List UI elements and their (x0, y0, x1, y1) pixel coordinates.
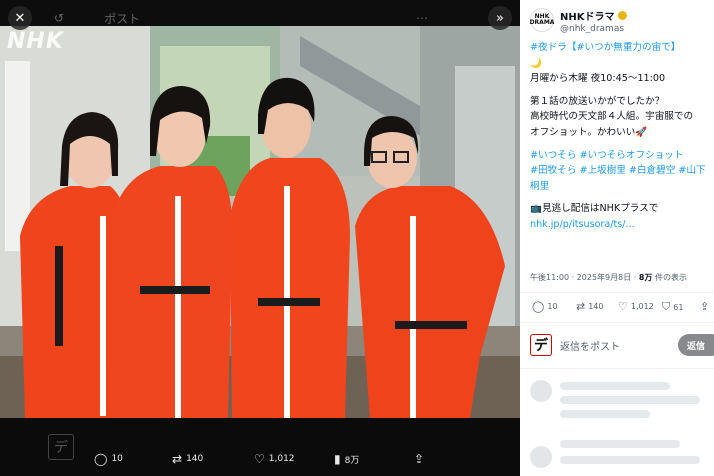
reply-icon: ◯ (532, 300, 545, 313)
post-line: 月曜から木曜 夜10:45～11:00 (530, 73, 666, 85)
profile-avatar[interactable]: NHK DRAMA (530, 8, 554, 32)
post-line: 📺見逃し配信はNHKプラスで (530, 203, 659, 215)
post-gap (530, 141, 710, 148)
repost-icon: ⇄ (576, 300, 586, 313)
divider (520, 368, 714, 369)
photo-illustration (0, 26, 520, 418)
blurred-avatar (530, 380, 552, 402)
post-link[interactable]: nhk.jp/p/itsusora/ts/... (530, 217, 710, 233)
post-meta: 午後11:00 · 2025年9月8日 · 8万 件の表示 (530, 272, 687, 283)
double-chevron-right-icon[interactable]: » (488, 6, 512, 30)
display-name[interactable]: NHKドラマ (560, 8, 627, 23)
hashtag-line[interactable]: #田牧そら #上坂樹里 #白倉碧空 #山下 (530, 163, 710, 179)
hashtag-line[interactable]: #いつそら #いつそらオフショット (530, 148, 710, 164)
post-header: NHK DRAMA NHKドラマ @nhk_dramas (530, 8, 627, 34)
share-button[interactable]: ⇪ (700, 300, 712, 313)
post-views-count: 8万 (638, 273, 653, 282)
blurred-text (560, 396, 700, 404)
divider (520, 292, 714, 293)
reply-button[interactable]: ◯ 10 (532, 300, 558, 313)
like-button[interactable]: ♡ 1,012 (618, 300, 654, 313)
media-viewer: NHK ✕ ↺ ポスト ⋯ » デ ◯ 10 ⇄ 140 ♡ 1,012 ▮ 8… (0, 0, 520, 476)
blurred-text (560, 382, 670, 390)
user-avatar[interactable]: デ (530, 334, 552, 356)
reply-button[interactable]: 返信 (678, 334, 714, 356)
blurred-text (560, 440, 680, 448)
post-stats: ◯ 10 ⇄ 140 ♡ 1,012 ⛉ 61 ⇪ (520, 300, 714, 316)
post-timestamp[interactable]: 午後11:00 · 2025年9月8日 · (530, 273, 639, 282)
bookmark-icon: ⛉ (662, 300, 671, 313)
post-views-label: 件の表示 (652, 273, 687, 282)
ghost-back-icon: ↺ (54, 11, 65, 25)
blurred-avatar (530, 446, 552, 468)
reply-count: 10 (547, 302, 558, 311)
post-line: 🌙 (530, 57, 542, 69)
viewer-views-button[interactable]: ▮ 8万 (334, 452, 359, 466)
reply-composer: デ 返信をポスト 返信 (520, 330, 714, 360)
viewer-views-count: 8万 (344, 455, 360, 466)
reply-input[interactable]: 返信をポスト (560, 338, 620, 353)
viewer-share-button[interactable]: ⇪ (414, 452, 428, 466)
viewer-repost-count: 140 (186, 454, 204, 464)
bookmark-button[interactable]: ⛉ 61 (662, 300, 683, 314)
viewer-reply-button[interactable]: ◯ 10 (94, 452, 123, 466)
post-line: 高校時代の天文部４人組。宇宙服での (530, 111, 694, 123)
post-panel: NHK DRAMA NHKドラマ @nhk_dramas #夜ドラ【#いつか無重… (520, 0, 714, 476)
hashtag-line[interactable]: 桐里 (530, 179, 710, 195)
viewer-like-count: 1,012 (268, 454, 295, 464)
blurred-text (560, 456, 700, 464)
heart-icon: ♡ (618, 300, 628, 313)
repost-count: 140 (588, 302, 604, 311)
repost-button[interactable]: ⇄ 140 (576, 300, 604, 313)
close-icon[interactable]: ✕ (8, 6, 32, 30)
reply-icon: ◯ (94, 452, 108, 466)
user-handle[interactable]: @nhk_dramas (560, 24, 627, 34)
bookmark-count: 61 (673, 302, 684, 312)
viewer-like-button[interactable]: ♡ 1,012 (254, 452, 295, 466)
viewer-top-bar: ✕ ↺ ポスト ⋯ » (0, 0, 520, 36)
heart-icon: ♡ (254, 452, 265, 466)
repost-icon: ⇄ (172, 452, 183, 466)
share-icon: ⇪ (700, 300, 710, 313)
post-photo[interactable]: NHK (0, 26, 520, 418)
post-text: #夜ドラ【#いつか無重力の宙で】 🌙 月曜から木曜 夜10:45～11:00 第… (530, 40, 710, 233)
post-line: オフショット。かわいい🚀 (530, 126, 648, 138)
share-icon: ⇪ (414, 452, 425, 466)
blurred-text (560, 410, 650, 418)
verified-badge-icon (617, 11, 627, 20)
like-count: 1,012 (630, 302, 654, 311)
post-gap (530, 194, 710, 201)
post-line: 第１話の放送いかがでしたか？ (530, 95, 665, 107)
post-line[interactable]: #夜ドラ【#いつか無重力の宙で】 (530, 40, 710, 56)
viewer-action-bar: デ ◯ 10 ⇄ 140 ♡ 1,012 ▮ 8万 ⇪ (0, 418, 520, 476)
viewer-repost-button[interactable]: ⇄ 140 (172, 452, 203, 466)
post-gap (530, 87, 710, 94)
viewer-action-row: ◯ 10 ⇄ 140 ♡ 1,012 ▮ 8万 ⇪ (0, 452, 520, 472)
display-name-text: NHKドラマ (560, 12, 615, 23)
views-icon: ▮ (334, 452, 341, 466)
ghost-menu-icon: ⋯ (416, 11, 428, 25)
divider (520, 322, 714, 323)
ghost-header-title: ポスト (104, 11, 141, 26)
viewer-reply-count: 10 (111, 454, 123, 464)
